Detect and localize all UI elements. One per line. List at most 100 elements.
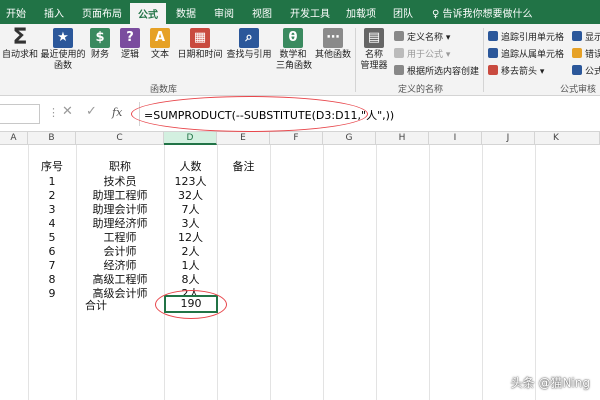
confirm-icon[interactable]: ✓: [86, 104, 97, 119]
math-button[interactable]: θ 数学和 三角函数: [276, 28, 312, 72]
lightbulb-icon: ♀: [432, 9, 443, 20]
error-checking-button[interactable]: 错误: [572, 47, 600, 60]
column-header-J[interactable]: J: [482, 132, 535, 145]
row-serial-no: 4: [48, 217, 56, 230]
autosum-button[interactable]: Σ 自动求和: [2, 25, 38, 61]
tab-page-layout[interactable]: 页面布局: [82, 5, 122, 20]
question-icon: ?: [120, 28, 140, 48]
finance-label: 财务: [90, 50, 109, 60]
row-serial-no: 5: [48, 231, 56, 244]
column-header-H[interactable]: H: [376, 132, 429, 145]
evaluate-icon: [572, 65, 582, 75]
create-from-selection-button[interactable]: 根据所选内容创建: [394, 64, 479, 77]
row-title: 会计师: [103, 245, 137, 258]
tab-addins[interactable]: 加载项: [346, 5, 376, 20]
insert-function-icon[interactable]: fx: [112, 106, 122, 119]
lookup-label: 查找与引用: [226, 50, 272, 60]
lookup-button[interactable]: ⌕ 查找与引用: [226, 28, 272, 61]
tab-team[interactable]: 团队: [393, 5, 413, 20]
name-box[interactable]: [0, 104, 40, 124]
column-header-D[interactable]: D: [164, 132, 217, 145]
tab-view[interactable]: 视图: [252, 5, 272, 20]
trace-arrow-icon: [488, 48, 498, 58]
tab-review[interactable]: 审阅: [214, 5, 234, 20]
tell-me-box[interactable]: ♀ 告诉我你想要做什么: [432, 5, 533, 20]
recent-functions-button[interactable]: ★ 最近使用的 函数: [40, 28, 86, 72]
text-a-icon: A: [150, 28, 170, 48]
header-count: 人数: [179, 160, 202, 173]
gridline: [217, 145, 218, 400]
define-name-button[interactable]: 定义名称 ▾: [394, 30, 450, 43]
row-count: 3人: [181, 217, 200, 230]
total-label: 合计: [85, 299, 107, 312]
financial-button[interactable]: $ 财务: [88, 28, 112, 61]
row-count: 8人: [181, 273, 200, 286]
tab-home[interactable]: 开始: [6, 5, 26, 20]
row-count: 7人: [181, 203, 200, 216]
column-header-B[interactable]: B: [28, 132, 76, 145]
show-formulas-button[interactable]: 显示: [572, 30, 600, 43]
tab-formulas[interactable]: 公式: [130, 3, 166, 24]
sigma-icon: Σ: [12, 25, 28, 50]
formula-highlight-ellipse: [131, 96, 368, 132]
warning-icon: [572, 48, 582, 58]
gridline: [535, 145, 536, 400]
gridline: [429, 145, 430, 400]
header-note: 备注: [232, 160, 255, 173]
financial-icon: $: [90, 28, 110, 48]
worksheet-grid[interactable]: A B C D E F G H I J K 序号 职称 人数 备注 1 技术员 …: [0, 132, 600, 400]
row-title: 高级工程师: [92, 273, 148, 286]
header-title: 职称: [109, 160, 131, 173]
tag-icon: [394, 31, 404, 41]
remove-arrows-button[interactable]: 移去箭头 ▾: [488, 64, 544, 77]
trace-precedents-button[interactable]: 追踪引用单元格: [488, 30, 564, 43]
recent-label: 最近使用的: [40, 50, 86, 60]
more-functions-button[interactable]: ⋯ 其他函数: [314, 28, 352, 61]
logical-button[interactable]: ? 逻辑: [118, 28, 142, 61]
lookup-icon: ⌕: [239, 28, 259, 48]
column-header-A[interactable]: A: [0, 132, 28, 145]
column-header-I[interactable]: I: [429, 132, 482, 145]
row-title: 工程师: [103, 231, 137, 244]
remove-arrows-icon: [488, 65, 498, 75]
ribbon-tab-bar: 开始 插入 页面布局 公式 数据 审阅 视图 开发工具 加载项 团队 ♀ 告诉我…: [0, 0, 600, 24]
tab-data[interactable]: 数据: [176, 5, 196, 20]
text-button[interactable]: A 文本: [148, 28, 172, 61]
name-manager-icon: ▤: [364, 28, 384, 48]
cancel-icon[interactable]: ✕: [62, 104, 73, 119]
use-in-formula-button[interactable]: 用于公式 ▾: [394, 47, 450, 60]
row-title: 助理会计师: [92, 203, 148, 216]
row-title: 助理经济师: [92, 217, 148, 230]
name-manager-button[interactable]: ▤ 名称 管理器: [358, 28, 390, 72]
row-title: 经济师: [103, 259, 137, 272]
more-options-icon: ⋮: [48, 106, 59, 119]
row-title: 助理工程师: [92, 189, 148, 202]
gridline: [482, 145, 483, 400]
tab-developer[interactable]: 开发工具: [290, 5, 330, 20]
theta-icon: θ: [283, 28, 303, 48]
group-function-library: 函数库: [150, 85, 178, 95]
gridline: [376, 145, 377, 400]
column-header-F[interactable]: F: [270, 132, 323, 145]
column-header-E[interactable]: E: [217, 132, 270, 145]
total-highlight-ellipse: [155, 290, 227, 319]
column-header-C[interactable]: C: [76, 132, 164, 145]
row-serial-no: 8: [48, 273, 56, 286]
datetime-button[interactable]: ▦ 日期和时间: [176, 28, 224, 61]
group-divider: [355, 28, 356, 92]
header-serial-no: 序号: [41, 160, 63, 173]
trace-arrow-icon: [488, 31, 498, 41]
text-label: 文本: [150, 50, 169, 60]
column-header-K[interactable]: K: [535, 132, 600, 145]
group-defined-names: 定义的名称: [398, 85, 444, 95]
datetime-label: 日期和时间: [177, 50, 223, 60]
evaluate-formula-button[interactable]: 公式: [572, 64, 600, 77]
row-serial-no: 1: [48, 175, 56, 188]
recent-label2: 函数: [53, 61, 72, 71]
trace-dependents-button[interactable]: 追踪从属单元格: [488, 47, 564, 60]
tell-me-text: 告诉我你想要做什么: [442, 9, 533, 20]
row-title: 技术员: [103, 175, 137, 188]
row-serial-no: 3: [48, 203, 56, 216]
column-header-G[interactable]: G: [323, 132, 376, 145]
tab-insert[interactable]: 插入: [44, 5, 64, 20]
